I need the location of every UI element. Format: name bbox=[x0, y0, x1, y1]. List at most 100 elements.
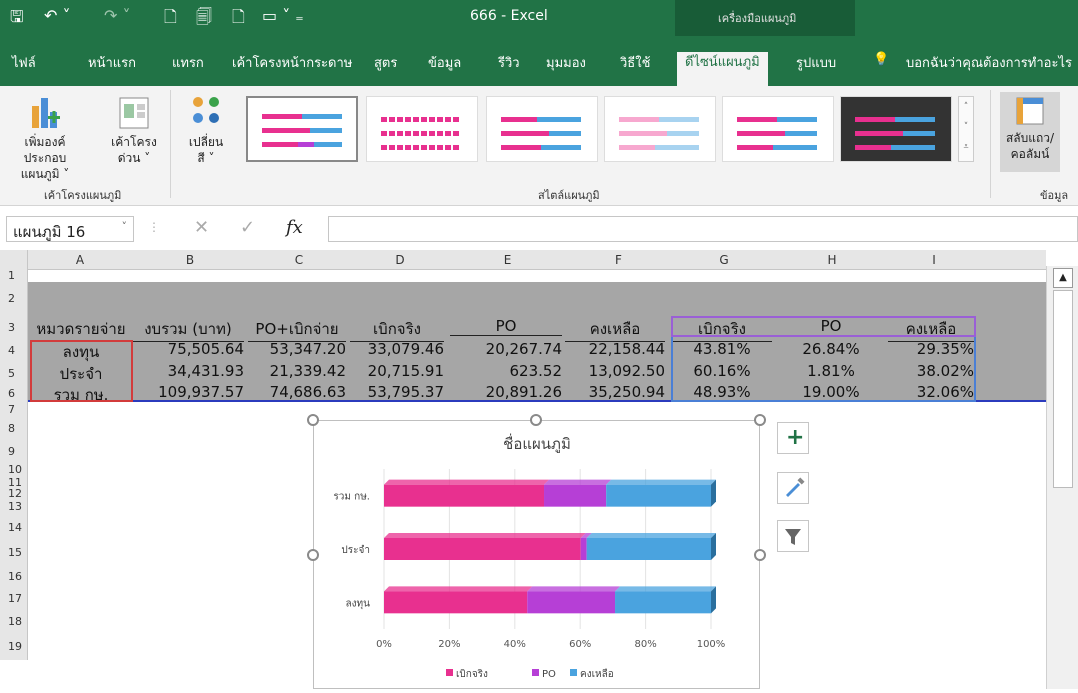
tell-me-box[interactable]: บอกฉันว่าคุณต้องการทำอะไร bbox=[906, 52, 1072, 73]
row-header[interactable]: 14 bbox=[0, 515, 28, 540]
table-cell[interactable]: 33,079.46 bbox=[350, 340, 444, 358]
chart-style-5[interactable] bbox=[722, 96, 834, 162]
column-header-G[interactable]: G bbox=[672, 250, 776, 270]
tab-file[interactable]: ไฟล์ bbox=[12, 52, 36, 73]
table-cell[interactable]: 21,339.42 bbox=[248, 362, 346, 380]
column-header-A[interactable]: A bbox=[28, 250, 132, 270]
table-cell[interactable]: 75,505.64 bbox=[132, 340, 244, 358]
header-actual[interactable]: เบิกจริง bbox=[350, 317, 444, 342]
table-cell[interactable]: 53,347.20 bbox=[248, 340, 346, 358]
column-header-D[interactable]: D bbox=[350, 250, 450, 270]
row-header[interactable]: 1 bbox=[0, 270, 28, 281]
header-po[interactable]: PO bbox=[450, 317, 562, 336]
tab-insert[interactable]: แทรก bbox=[172, 52, 204, 73]
header-category[interactable]: หมวดรายจ่าย bbox=[30, 317, 132, 342]
table-cell[interactable]: 20,715.91 bbox=[350, 362, 444, 380]
column-header-H[interactable]: H bbox=[776, 250, 888, 270]
table-cell[interactable]: 35,250.94 bbox=[565, 383, 665, 401]
row-header[interactable]: 19 bbox=[0, 634, 28, 660]
row-header[interactable]: 9 bbox=[0, 441, 28, 463]
column-header-F[interactable]: F bbox=[565, 250, 672, 270]
chart-elements-button[interactable]: + bbox=[777, 422, 809, 454]
vertical-scrollbar[interactable]: ▲ bbox=[1046, 266, 1078, 689]
row-header[interactable]: 8 bbox=[0, 416, 28, 441]
chevron-down-icon[interactable]: ˅ bbox=[122, 220, 128, 233]
scroll-up-icon[interactable]: ▲ bbox=[1053, 268, 1073, 288]
tab-data[interactable]: ข้อมูล bbox=[428, 52, 461, 73]
row-header[interactable]: 3 bbox=[0, 316, 28, 339]
row-header[interactable]: 16 bbox=[0, 566, 28, 588]
select-all-corner[interactable] bbox=[0, 250, 28, 270]
chart-style-1[interactable] bbox=[246, 96, 358, 162]
insert-function-icon[interactable]: fx bbox=[286, 217, 303, 238]
lightbulb-icon[interactable]: 💡 bbox=[873, 52, 889, 67]
tab-format[interactable]: รูปแบบ bbox=[796, 52, 836, 73]
tab-view[interactable]: มุมมอง bbox=[546, 52, 586, 73]
table-cell[interactable]: 74,686.63 bbox=[248, 383, 346, 401]
resize-handle[interactable] bbox=[307, 549, 319, 561]
resize-handle[interactable] bbox=[530, 414, 542, 426]
header-po-disbursed[interactable]: PO+เบิกจ่าย bbox=[248, 317, 346, 342]
page-setup-icon[interactable]: 🗋 bbox=[232, 6, 245, 33]
name-box[interactable]: แผนภูมิ 16 ˅ bbox=[6, 216, 134, 242]
chart-style-4[interactable] bbox=[604, 96, 716, 162]
table-cell[interactable]: 623.52 bbox=[450, 362, 563, 380]
tab-page-layout[interactable]: เค้าโครงหน้ากระดาษ bbox=[232, 52, 352, 73]
row-header[interactable]: 15 bbox=[0, 540, 28, 566]
formula-input[interactable] bbox=[328, 216, 1078, 242]
table-cell[interactable]: 109,937.57 bbox=[132, 383, 244, 401]
enter-icon[interactable]: ✓ bbox=[240, 217, 255, 238]
chart-styles-button[interactable] bbox=[777, 472, 809, 504]
chart-filters-button[interactable] bbox=[777, 520, 809, 552]
print-icon[interactable]: 🗐 bbox=[196, 6, 212, 33]
header-budget[interactable]: งบรวม (บาท) bbox=[132, 317, 244, 342]
quick-layout-button[interactable]: เค้าโครง ด่วน ˅ bbox=[104, 94, 164, 166]
styles-scroll[interactable]: ˄ ˅ ⩡ bbox=[958, 96, 974, 162]
row-header[interactable]: 7 bbox=[0, 403, 28, 416]
save-icon[interactable]: 🖫 bbox=[10, 6, 24, 33]
row-header[interactable]: 13 bbox=[0, 499, 28, 515]
switch-row-column-button[interactable]: สลับแถว/ คอลัมน์ bbox=[1000, 92, 1060, 172]
tab-help[interactable]: วิธีใช้ bbox=[620, 52, 650, 73]
row-header[interactable]: 6 bbox=[0, 385, 28, 403]
chart-style-6[interactable] bbox=[840, 96, 952, 162]
change-colors-button[interactable]: เปลี่ยน สี ˅ bbox=[180, 94, 232, 166]
row-header[interactable]: 10 bbox=[0, 463, 28, 477]
table-cell[interactable]: 20,891.26 bbox=[450, 383, 562, 401]
table-cell[interactable]: 34,431.93 bbox=[132, 362, 244, 380]
scroll-thumb[interactable] bbox=[1053, 290, 1073, 488]
tab-home[interactable]: หน้าแรก bbox=[88, 52, 136, 73]
row-header[interactable]: 17 bbox=[0, 588, 28, 610]
table-cell[interactable]: 22,158.44 bbox=[565, 340, 665, 358]
column-header-E[interactable]: E bbox=[450, 250, 565, 270]
table-cell[interactable]: 20,267.74 bbox=[450, 340, 562, 358]
resize-handle[interactable] bbox=[754, 549, 766, 561]
table-cell[interactable]: 53,795.37 bbox=[350, 383, 444, 401]
tab-formulas[interactable]: สูตร bbox=[374, 52, 397, 73]
chart-object[interactable]: ชื่อแผนภูมิ 0% 20% 40% 60% 80% 100% ลงทุน ประจำ ร… bbox=[313, 420, 760, 689]
row-header[interactable]: 2 bbox=[0, 281, 28, 316]
row-header[interactable]: 12 bbox=[0, 488, 28, 499]
tab-review[interactable]: รีวิว bbox=[498, 52, 520, 73]
column-header-C[interactable]: C bbox=[248, 250, 350, 270]
chart-style-2[interactable] bbox=[366, 96, 478, 162]
redo-icon[interactable]: ↷ ˅ bbox=[104, 6, 131, 25]
row-header[interactable]: 18 bbox=[0, 610, 28, 634]
customize-qat-icon[interactable]: ▭ ˅ ₌ bbox=[262, 6, 304, 25]
header-remaining[interactable]: คงเหลือ bbox=[565, 317, 665, 342]
row-header[interactable]: 4 bbox=[0, 339, 28, 362]
cancel-icon[interactable]: ✕ bbox=[194, 217, 209, 238]
chart-style-3[interactable] bbox=[486, 96, 598, 162]
row-header[interactable]: 5 bbox=[0, 362, 28, 385]
undo-icon[interactable]: ↶ ˅ bbox=[44, 6, 71, 25]
add-chart-element-button[interactable]: เพิ่มองค์ประกอบ แผนภูมิ ˅ bbox=[8, 94, 82, 182]
table-cell[interactable]: 13,092.50 bbox=[565, 362, 665, 380]
resize-handle[interactable] bbox=[307, 414, 319, 426]
resize-handle[interactable] bbox=[754, 414, 766, 426]
column-header-I[interactable]: I bbox=[888, 250, 980, 270]
bar-segment bbox=[615, 591, 711, 614]
print-preview-icon[interactable]: 🗋 bbox=[164, 6, 177, 33]
column-header-B[interactable]: B bbox=[132, 250, 248, 270]
bar-segment-top bbox=[544, 479, 612, 485]
tab-chart-design[interactable]: ดีไซน์แผนภูมิ bbox=[677, 52, 768, 86]
